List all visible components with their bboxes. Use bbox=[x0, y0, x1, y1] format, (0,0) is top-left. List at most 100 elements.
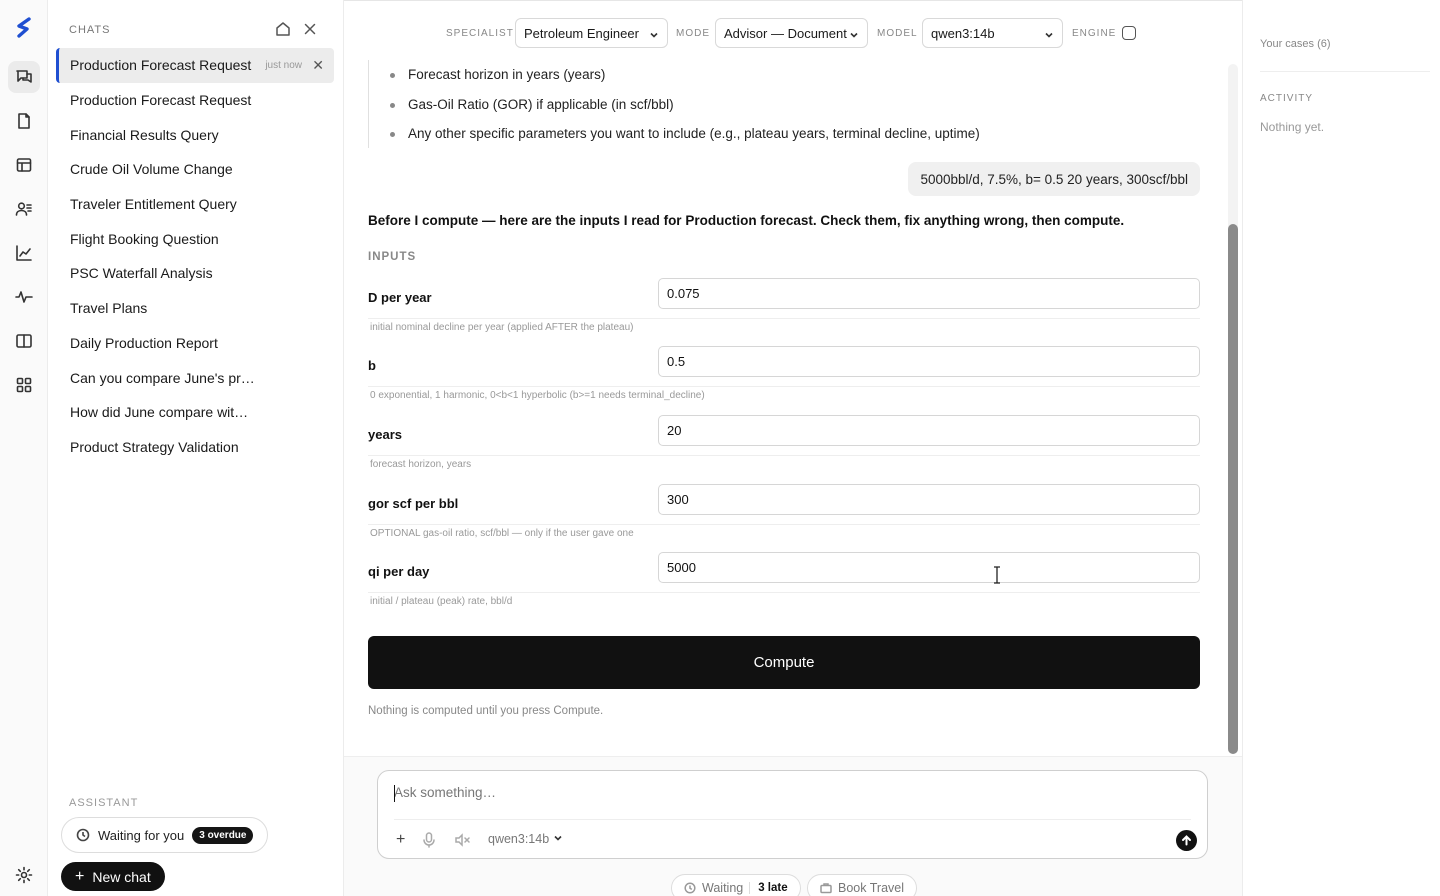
text-cursor-icon bbox=[993, 566, 1001, 584]
model-label: MODEL bbox=[877, 28, 918, 39]
model-select[interactable]: qwen3:14b bbox=[922, 18, 1063, 48]
chat-item[interactable]: Traveler Entitlement Query bbox=[56, 187, 334, 222]
field-hint: initial / plateau (peak) rate, bbl/d bbox=[370, 596, 513, 607]
chat-item[interactable]: PSC Waterfall Analysis bbox=[56, 256, 334, 291]
overdue-badge: 3 overdue bbox=[192, 826, 254, 844]
field-hint: OPTIONAL gas-oil ratio, scf/bbl — only i… bbox=[370, 528, 634, 539]
field-label: b bbox=[368, 358, 376, 373]
waiting-chip[interactable]: Waiting 3 late bbox=[671, 874, 801, 896]
b-input[interactable] bbox=[658, 346, 1200, 377]
compute-footnote: Nothing is computed until you press Comp… bbox=[368, 705, 604, 717]
waiting-label: Waiting for you bbox=[98, 827, 185, 843]
icon-rail bbox=[0, 0, 48, 896]
specialist-select[interactable]: Petroleum Engineer bbox=[515, 18, 668, 48]
waiting-for-you-button[interactable]: Waiting for you 3 overdue bbox=[61, 817, 269, 853]
late-count: 3 late bbox=[749, 882, 788, 894]
field-label: D per year bbox=[368, 290, 432, 305]
home-icon[interactable] bbox=[274, 20, 292, 38]
mode-select[interactable]: Advisor — Document bbox=[715, 18, 868, 48]
chat-title: How did June compare wit… bbox=[70, 404, 249, 421]
divider bbox=[1260, 71, 1430, 72]
assistant-intro-text: Before I compute — here are the inputs I… bbox=[368, 213, 1125, 228]
divider bbox=[394, 819, 1191, 820]
clock-icon bbox=[76, 828, 90, 842]
composer-model-select[interactable]: qwen3:14b bbox=[488, 832, 563, 846]
gor-input[interactable] bbox=[658, 484, 1200, 515]
new-chat-button[interactable]: + New chat bbox=[61, 862, 165, 891]
book-travel-chip[interactable]: Book Travel bbox=[807, 874, 918, 896]
analytics-chart-icon[interactable] bbox=[8, 237, 40, 269]
chat-item[interactable]: Flight Booking Question bbox=[56, 221, 334, 256]
document-icon[interactable] bbox=[8, 105, 40, 137]
chat-item[interactable]: Production Forecast Request bbox=[56, 83, 334, 118]
chat-title: Flight Booking Question bbox=[70, 230, 219, 247]
chats-icon[interactable] bbox=[8, 61, 40, 93]
chat-item[interactable]: Financial Results Query bbox=[56, 117, 334, 152]
field-hint: initial nominal decline per year (applie… bbox=[370, 322, 634, 333]
chevron-down-icon bbox=[849, 28, 859, 38]
new-chat-label: New chat bbox=[92, 868, 151, 885]
chat-title: Product Strategy Validation bbox=[70, 438, 239, 455]
plus-icon: + bbox=[75, 867, 85, 885]
list-item: Forecast horizon in years (years) bbox=[390, 60, 980, 90]
activity-empty-text: Nothing yet. bbox=[1260, 120, 1325, 134]
close-sidebar-icon[interactable] bbox=[301, 20, 319, 38]
main-pane: SPECIALIST Petroleum Engineer MODE Advis… bbox=[344, 0, 1242, 896]
engine-label: ENGINE bbox=[1072, 28, 1117, 39]
delete-chat-icon[interactable]: ✕ bbox=[312, 57, 324, 74]
arrow-up-icon bbox=[1182, 835, 1191, 846]
list-item: Any other specific parameters you want t… bbox=[390, 119, 980, 149]
chevron-down-icon bbox=[1044, 28, 1054, 38]
chat-item[interactable]: Product Strategy Validation bbox=[56, 430, 334, 465]
years-input[interactable] bbox=[658, 415, 1200, 446]
microphone-icon[interactable] bbox=[422, 832, 436, 848]
clock-icon bbox=[684, 882, 696, 894]
attach-plus-icon[interactable]: + bbox=[396, 831, 405, 849]
divider bbox=[368, 524, 1200, 525]
specialist-label: SPECIALIST bbox=[446, 28, 514, 39]
divider bbox=[368, 318, 1200, 319]
input-row-d-per-year: D per year initial nominal decline per y… bbox=[368, 278, 1200, 348]
chat-item[interactable]: Can you compare June's pr… bbox=[56, 360, 334, 395]
chat-item-active[interactable]: Production Forecast Request just now ✕ bbox=[56, 48, 334, 83]
activity-pulse-icon[interactable] bbox=[8, 281, 40, 313]
chat-item[interactable]: How did June compare wit… bbox=[56, 395, 334, 430]
model-value: qwen3:14b bbox=[931, 25, 995, 41]
chat-title: Crude Oil Volume Change bbox=[70, 161, 233, 178]
send-button[interactable] bbox=[1176, 830, 1197, 851]
settings-gear-icon[interactable] bbox=[8, 859, 40, 891]
scrollbar-thumb[interactable] bbox=[1228, 224, 1238, 754]
your-cases-link[interactable]: Your cases (6) bbox=[1260, 38, 1331, 50]
conversation-area: Forecast horizon in years (years) Gas-Oi… bbox=[344, 60, 1242, 756]
composer-area: Ask something… + qwen3:14b Waiting 3 lat… bbox=[344, 756, 1242, 896]
qi-per-day-input[interactable] bbox=[658, 552, 1200, 583]
chat-item[interactable]: Travel Plans bbox=[56, 291, 334, 326]
app-logo-icon[interactable] bbox=[10, 14, 38, 42]
waiting-chip-label: Waiting bbox=[702, 881, 744, 895]
field-label: qi per day bbox=[368, 564, 430, 579]
chat-item[interactable]: Crude Oil Volume Change bbox=[56, 152, 334, 187]
inputs-heading: INPUTS bbox=[368, 251, 417, 263]
field-label: gor scf per bbl bbox=[368, 496, 459, 511]
chat-item[interactable]: Daily Production Report bbox=[56, 326, 334, 361]
compute-button[interactable]: Compute bbox=[368, 636, 1200, 689]
right-panel: Your cases (6) ACTIVITY Nothing yet. bbox=[1242, 0, 1440, 896]
library-book-icon[interactable] bbox=[8, 325, 40, 357]
message-composer[interactable]: Ask something… + qwen3:14b bbox=[377, 770, 1208, 859]
speaker-muted-icon[interactable] bbox=[454, 832, 470, 848]
chevron-down-icon bbox=[649, 28, 659, 38]
chat-sidebar: CHATS Production Forecast Request just n… bbox=[48, 0, 344, 896]
engine-toggle-checkbox[interactable] bbox=[1122, 26, 1136, 40]
apps-grid-icon[interactable] bbox=[8, 369, 40, 401]
d-per-year-input[interactable] bbox=[658, 278, 1200, 309]
table-icon[interactable] bbox=[8, 149, 40, 181]
chat-list: Production Forecast Request just now ✕ P… bbox=[56, 48, 334, 464]
assistant-bullet-list: Forecast horizon in years (years) Gas-Oi… bbox=[390, 60, 980, 149]
composer-placeholder: Ask something… bbox=[394, 785, 497, 800]
chat-title: Daily Production Report bbox=[70, 334, 218, 351]
chat-title: Can you compare June's pr… bbox=[70, 369, 255, 386]
chat-title: Travel Plans bbox=[70, 300, 148, 317]
field-hint: forecast horizon, years bbox=[370, 459, 472, 470]
scrollbar-track[interactable] bbox=[1228, 64, 1238, 754]
users-icon[interactable] bbox=[8, 193, 40, 225]
